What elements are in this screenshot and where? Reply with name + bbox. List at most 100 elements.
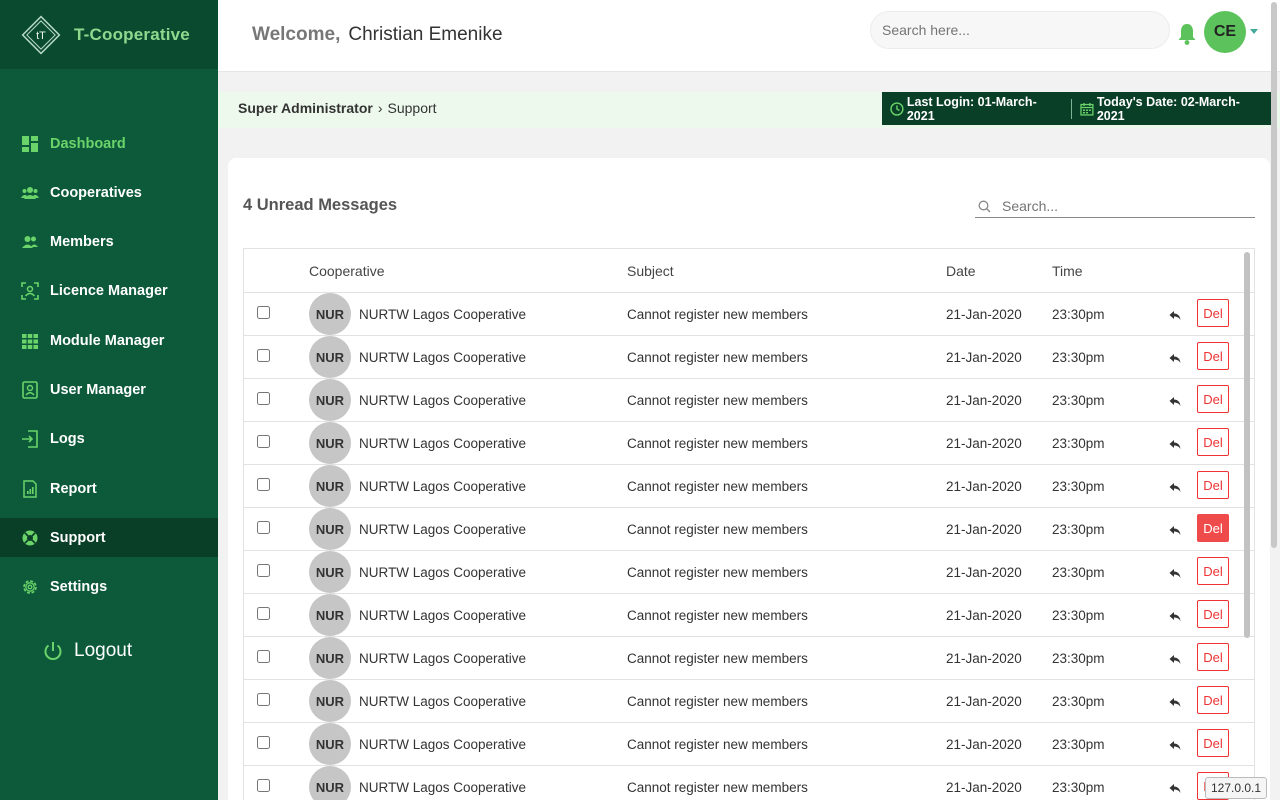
column-header-subject[interactable]: Subject [627,263,674,279]
page-scrollbar[interactable] [1271,2,1277,548]
message-date: 21-Jan-2020 [946,780,1022,795]
table-row[interactable]: NUR NURTW Lagos Cooperative Cannot registe… [244,508,1254,551]
column-header-date[interactable]: Date [946,263,976,279]
table-row[interactable]: NUR NURTW Lagos Cooperative Cannot registe… [244,766,1254,800]
delete-button[interactable]: Del [1197,342,1229,370]
message-date: 21-Jan-2020 [946,522,1022,537]
sidebar-item-support[interactable]: Support [0,518,218,558]
row-checkbox[interactable] [257,564,270,577]
message-subject[interactable]: Cannot register new members [627,307,808,322]
reply-icon[interactable] [1168,351,1182,365]
reply-icon[interactable] [1168,652,1182,666]
row-checkbox[interactable] [257,392,270,405]
row-checkbox[interactable] [257,650,270,663]
logo-bar: tT T-Cooperative [0,0,218,69]
message-subject[interactable]: Cannot register new members [627,522,808,537]
message-subject[interactable]: Cannot register new members [627,479,808,494]
delete-button[interactable]: Del [1197,471,1229,499]
reply-icon[interactable] [1168,566,1182,580]
sidebar-item-user-manager[interactable]: User Manager [0,370,218,409]
table-row[interactable]: NUR NURTW Lagos Cooperative Cannot registe… [244,465,1254,508]
row-checkbox[interactable] [257,435,270,448]
table-row[interactable]: NUR NURTW Lagos Cooperative Cannot registe… [244,551,1254,594]
reply-icon[interactable] [1168,695,1182,709]
table-row[interactable]: NUR NURTW Lagos Cooperative Cannot registe… [244,422,1254,465]
sidebar-item-members[interactable]: Members [0,223,218,262]
row-checkbox[interactable] [257,779,270,792]
bell-icon[interactable] [1176,22,1198,46]
reply-icon[interactable] [1168,609,1182,623]
column-header-time[interactable]: Time [1052,263,1083,279]
row-checkbox[interactable] [257,693,270,706]
delete-button[interactable]: Del [1197,729,1229,757]
sidebar-item-report[interactable]: Report [0,469,218,508]
sidebar-item-dashboard[interactable]: Dashboard [0,124,218,163]
delete-button[interactable]: Del [1197,686,1229,714]
table-row[interactable]: NUR NURTW Lagos Cooperative Cannot registe… [244,637,1254,680]
svg-text:tT: tT [36,30,46,42]
reply-icon[interactable] [1168,738,1182,752]
global-search-input[interactable] [870,11,1170,49]
row-checkbox[interactable] [257,607,270,620]
reply-icon[interactable] [1168,437,1182,451]
sidebar-item-licence-manager[interactable]: Licence Manager [0,272,218,311]
message-subject[interactable]: Cannot register new members [627,608,808,623]
row-checkbox[interactable] [257,306,270,319]
table-row[interactable]: NUR NURTW Lagos Cooperative Cannot registe… [244,336,1254,379]
table-row[interactable]: NUR NURTW Lagos Cooperative Cannot registe… [244,680,1254,723]
app-logo[interactable]: tT [20,14,62,56]
message-subject[interactable]: Cannot register new members [627,780,808,795]
message-subject[interactable]: Cannot register new members [627,565,808,580]
message-subject[interactable]: Cannot register new members [627,737,808,752]
cooperative-name: NURTW Lagos Cooperative [359,651,527,666]
message-subject[interactable]: Cannot register new members [627,350,808,365]
sidebar-item-label: Logs [50,431,85,448]
reply-icon[interactable] [1168,523,1182,537]
users-group-icon [20,183,40,203]
cooperative-name: NURTW Lagos Cooperative [359,694,527,709]
delete-button[interactable]: Del [1197,557,1229,585]
sidebar-item-logs[interactable]: Logs [0,420,218,459]
message-subject[interactable]: Cannot register new members [627,651,808,666]
user-avatar[interactable]: CE [1204,11,1246,53]
delete-button[interactable]: Del [1197,428,1229,456]
table-body: NUR NURTW Lagos Cooperative Cannot registe… [244,293,1254,800]
reply-icon[interactable] [1168,394,1182,408]
table-row[interactable]: NUR NURTW Lagos Cooperative Cannot registe… [244,594,1254,637]
sidebar-item-label: Members [50,234,114,251]
row-checkbox[interactable] [257,736,270,749]
login-icon [20,429,40,449]
row-checkbox[interactable] [257,349,270,362]
delete-button[interactable]: Del [1197,514,1229,542]
delete-button[interactable]: Del [1197,299,1229,327]
breadcrumb-root[interactable]: Super Administrator [238,100,373,116]
sidebar-item-cooperatives[interactable]: Cooperatives [0,173,218,212]
cooperative-name: NURTW Lagos Cooperative [359,307,527,322]
chevron-down-icon[interactable] [1250,29,1258,34]
delete-button[interactable]: Del [1197,385,1229,413]
table-row[interactable]: NUR NURTW Lagos Cooperative Cannot registe… [244,723,1254,766]
table-scrollbar[interactable] [1244,252,1250,638]
table-row[interactable]: NUR NURTW Lagos Cooperative Cannot registe… [244,379,1254,422]
logout-button[interactable]: Logout [42,640,132,662]
row-checkbox[interactable] [257,521,270,534]
delete-button[interactable]: Del [1197,600,1229,628]
messages-card: 4 Unread Messages Cooperative Subject Da… [228,158,1270,800]
row-checkbox[interactable] [257,478,270,491]
reply-icon[interactable] [1168,781,1182,795]
message-subject[interactable]: Cannot register new members [627,436,808,451]
delete-button[interactable]: Del [1197,643,1229,671]
cooperative-name: NURTW Lagos Cooperative [359,608,527,623]
message-subject[interactable]: Cannot register new members [627,393,808,408]
table-row[interactable]: NUR NURTW Lagos Cooperative Cannot registe… [244,293,1254,336]
column-header-cooperative[interactable]: Cooperative [309,263,385,279]
sidebar-item-label: Report [50,480,97,497]
reply-icon[interactable] [1168,480,1182,494]
cooperative-avatar: NUR [309,551,351,593]
report-icon [20,479,40,499]
message-subject[interactable]: Cannot register new members [627,694,808,709]
sidebar-item-module-manager[interactable]: Module Manager [0,321,218,360]
message-search-input[interactable] [1002,195,1252,217]
sidebar-item-settings[interactable]: Settings [0,568,218,607]
reply-icon[interactable] [1168,308,1182,322]
